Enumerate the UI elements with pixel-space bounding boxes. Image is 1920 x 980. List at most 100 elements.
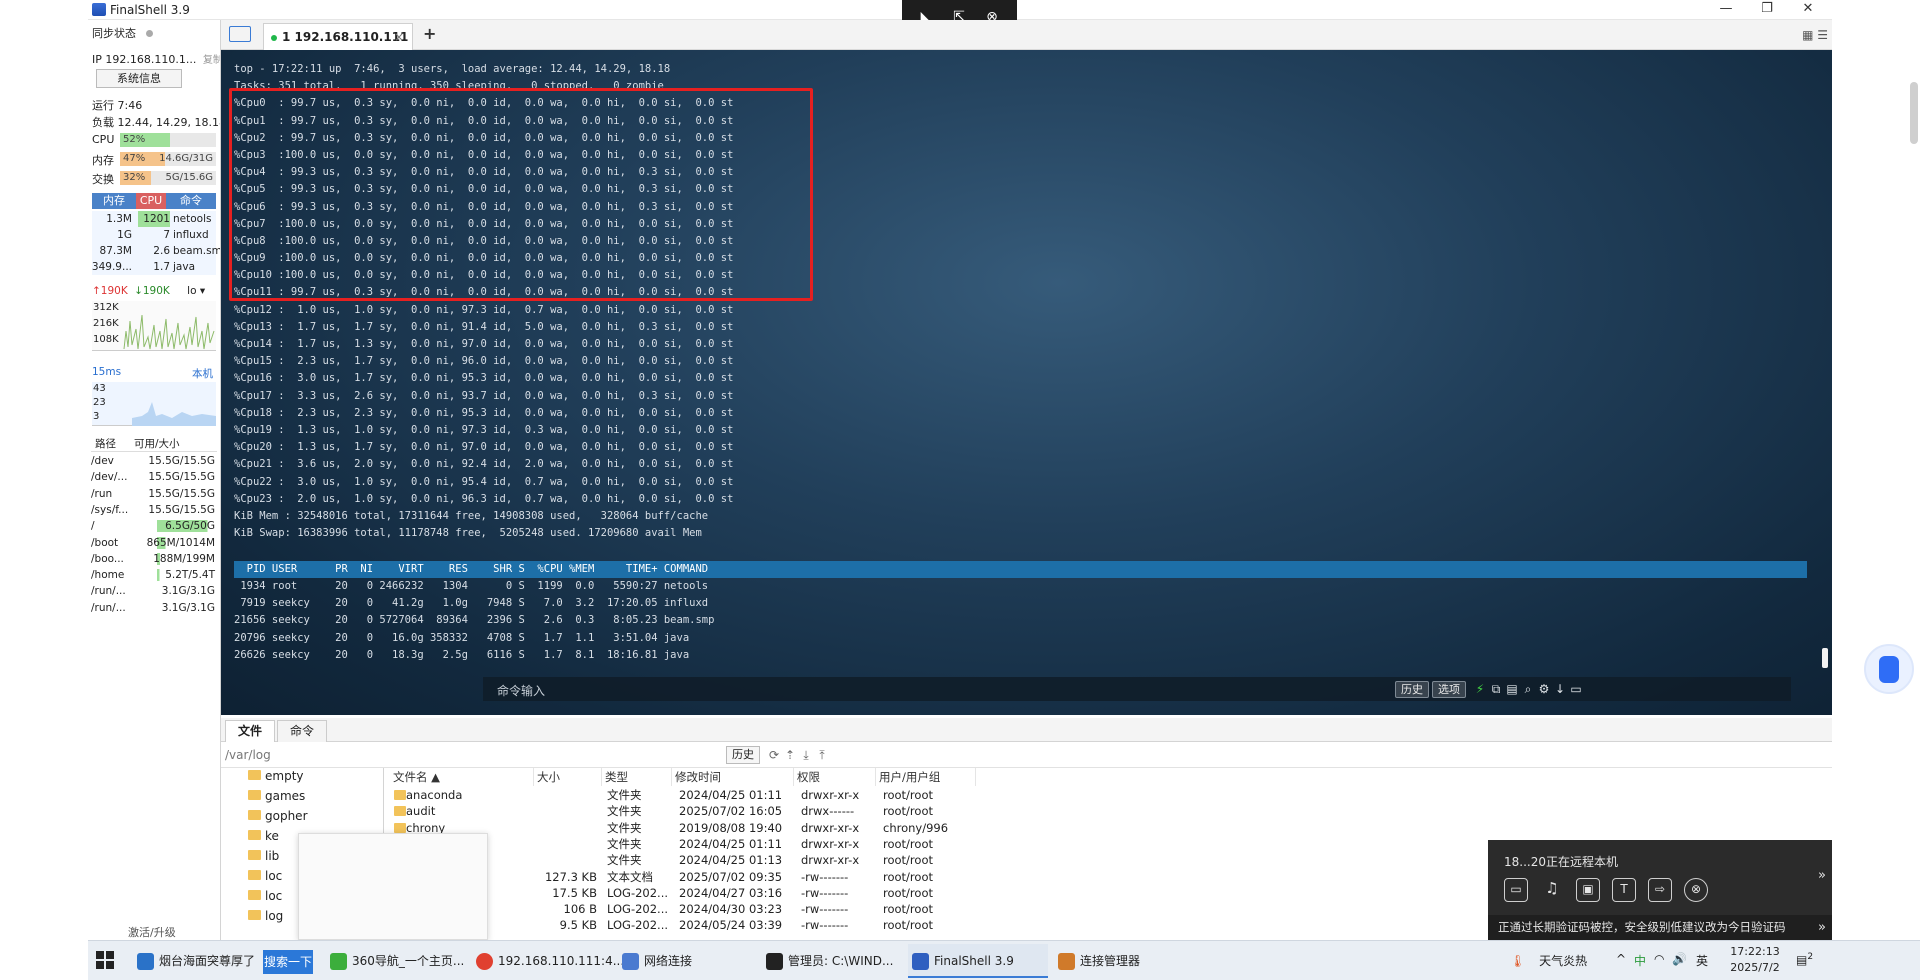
proc-tab-cpu[interactable]: CPU [136, 193, 166, 209]
proc-tab-command[interactable]: 命令 [166, 193, 216, 209]
tree-node[interactable]: loc [248, 866, 282, 886]
wifi-icon[interactable]: ◠ [1654, 952, 1664, 966]
col-size[interactable]: 大小 [534, 768, 602, 786]
process-table-row[interactable]: 20796 seekcy 20 0 16.0g 358332 4708 S 1.… [234, 630, 714, 647]
restore-button[interactable]: ❐ [1747, 0, 1787, 20]
taskbar-item-360[interactable]: 360导航_一个主页... [326, 944, 466, 978]
copy-icon[interactable]: ⧉ [1488, 681, 1504, 697]
upload-icon[interactable]: ⤒ [814, 747, 830, 763]
tree-node[interactable]: games [248, 786, 305, 806]
file-row[interactable]: anaconda 文件夹 2024/04/25 01:11 drwxr-xr-x roo… [386, 787, 966, 803]
taskbar-item-conn-manager[interactable]: 连接管理器 [1054, 944, 1194, 978]
disk-row[interactable]: /sys/f... 15.5G/15.5G [91, 502, 217, 518]
file-row[interactable]: audit 文件夹 2025/07/02 16:05 drwx------ root/r… [386, 803, 966, 819]
tab-files[interactable]: 文件 [225, 720, 275, 742]
file-transfer-icon[interactable]: ⇨ [1648, 878, 1672, 902]
taskbar-item-cmd[interactable]: 管理员: C:\WIND... [762, 944, 902, 978]
tree-node[interactable]: gopher [248, 806, 308, 826]
page-scroll-indicator[interactable] [1910, 82, 1918, 144]
disk-row[interactable]: /run 15.5G/15.5G [91, 486, 217, 502]
current-path[interactable]: /var/log [225, 748, 271, 762]
net-interface-select[interactable]: lo [187, 285, 196, 297]
taskbar-item-chrome[interactable]: 192.168.110.111:4... [472, 944, 624, 978]
latency-target[interactable]: 本机 [192, 366, 213, 381]
language-indicator[interactable]: 英 [1696, 952, 1708, 969]
col-type[interactable]: 类型 [602, 768, 672, 786]
chat-icon[interactable]: ▭ [1504, 878, 1528, 902]
expand-arrow-icon[interactable]: » [1818, 868, 1826, 883]
taskbar-item-network[interactable]: 网络连接 [618, 944, 756, 978]
tab-commands[interactable]: 命令 [277, 720, 327, 742]
taskbar-clock[interactable]: 17:22:13 2025/7/2 [1725, 944, 1785, 976]
tray-expand-icon[interactable]: ^ [1616, 952, 1626, 966]
process-row[interactable]: 1G 7 influxd [92, 227, 216, 243]
ime-icon[interactable]: 中 [1634, 952, 1646, 969]
disk-row[interactable]: /home 5.2T/5.4T [91, 567, 217, 583]
process-row[interactable]: 349.9... 1.7 java [92, 259, 216, 275]
history-button[interactable]: 历史 [1395, 681, 1429, 698]
tree-node[interactable]: loc [248, 886, 282, 906]
col-name[interactable]: 文件名 ▲ [390, 768, 534, 786]
folder-icon[interactable] [229, 26, 251, 42]
col-mtime[interactable]: 修改时间 [672, 768, 794, 786]
terminal-area[interactable]: top - 17:22:11 up 7:46, 3 users, load av… [221, 50, 1832, 715]
warning-arrow-icon[interactable]: » [1818, 915, 1826, 940]
bolt-icon[interactable]: ⚡ [1472, 681, 1488, 697]
taskbar-item-news[interactable]: 烟台海面突尊厚了 [133, 944, 261, 978]
microphone-icon[interactable]: ♫ [1540, 878, 1564, 902]
tree-node[interactable]: lib [248, 846, 279, 866]
windows-start-icon[interactable] [96, 951, 114, 969]
speaker-icon[interactable]: 🔊 [1672, 952, 1687, 966]
process-table-row[interactable]: 7919 seekcy 20 0 41.2g 1.0g 7948 S 7.0 3… [234, 595, 714, 612]
tree-node[interactable]: ke [248, 826, 279, 846]
gear-icon[interactable]: ⚙ [1536, 681, 1552, 697]
process-table-row[interactable]: 21656 seekcy 20 0 5727064 89364 2396 S 2… [234, 612, 714, 629]
process-table-row[interactable]: 1934 root 20 0 2466232 1304 0 S 1199 0.0… [234, 578, 714, 595]
layout-icon[interactable]: ▦ ☰ [1802, 28, 1828, 42]
process-row[interactable]: 87.3M 2.6 beam.sm [92, 243, 220, 259]
tree-node[interactable]: empty [248, 768, 304, 786]
proc-tab-memory[interactable]: 内存 [92, 193, 136, 209]
minimize-button[interactable]: — [1706, 0, 1746, 20]
process-row[interactable]: 1.3M 1201 netools [92, 211, 216, 227]
command-input-placeholder[interactable]: 命令输入 [497, 682, 545, 699]
close-session-icon[interactable]: ⊗ [1684, 878, 1708, 902]
taskbar-item-finalshell[interactable]: FinalShell 3.9 [908, 944, 1048, 978]
notification-icon[interactable]: ▤2 [1796, 952, 1813, 967]
refresh-icon[interactable]: ⟳ [766, 747, 782, 763]
arrow-down-icon[interactable]: ↓ [1552, 681, 1568, 697]
disk-row[interactable]: /run/... 3.1G/3.1G [91, 600, 217, 616]
disk-row[interactable]: /dev 15.5G/15.5G [91, 453, 217, 469]
process-table-row[interactable]: 26626 seekcy 20 0 18.3g 2.5g 6116 S 1.7 … [234, 647, 714, 664]
paste-icon[interactable]: ▤ [1504, 681, 1520, 697]
disk-row[interactable]: /run/... 3.1G/3.1G [91, 583, 217, 599]
search-icon[interactable]: ⌕ [1520, 681, 1536, 697]
add-tab-icon[interactable]: + [423, 24, 436, 43]
terminal-scrollbar[interactable] [1822, 648, 1828, 668]
command-input-bar[interactable]: 命令输入 历史 选项 ⚡ ⧉ ▤ ⌕ ⚙ ↓ ▭ [483, 677, 1791, 701]
parent-folder-icon[interactable]: ⇡ [782, 747, 798, 763]
search-button[interactable]: 搜索一下 [263, 950, 313, 974]
path-history-button[interactable]: 历史 [726, 746, 760, 764]
col-owner[interactable]: 用户/用户组 [876, 768, 976, 786]
tab-session-1[interactable]: 1 192.168.110.111 × [263, 23, 413, 50]
tree-node[interactable]: log [248, 906, 283, 926]
screen-share-icon[interactable]: ▣ [1576, 878, 1600, 902]
disk-row[interactable]: / 6.5G/50G [91, 518, 217, 534]
col-perm[interactable]: 权限 [794, 768, 876, 786]
options-button[interactable]: 选项 [1432, 681, 1466, 698]
weather-widget[interactable]: 🌡 天气炎热 [1510, 952, 1587, 969]
disk-row[interactable]: /boot 865M/1014M [91, 535, 217, 551]
copy-ip-link[interactable]: 复制 [203, 55, 220, 66]
close-button[interactable]: ✕ [1788, 0, 1828, 20]
disk-row[interactable]: /boo... 188M/199M [91, 551, 217, 567]
disk-row[interactable]: /dev/... 15.5G/15.5G [91, 469, 217, 485]
chevron-down-icon[interactable]: ▾ [200, 285, 205, 297]
system-info-button[interactable]: 系统信息 [96, 69, 182, 88]
text-icon[interactable]: T [1612, 878, 1636, 902]
tab-close-icon[interactable]: × [394, 30, 404, 44]
activate-upgrade-link[interactable]: 激活/升级 [128, 924, 176, 940]
floating-assistant-widget[interactable] [1864, 644, 1914, 694]
download-icon[interactable]: ⤓ [798, 747, 814, 763]
window-icon[interactable]: ▭ [1568, 681, 1584, 697]
